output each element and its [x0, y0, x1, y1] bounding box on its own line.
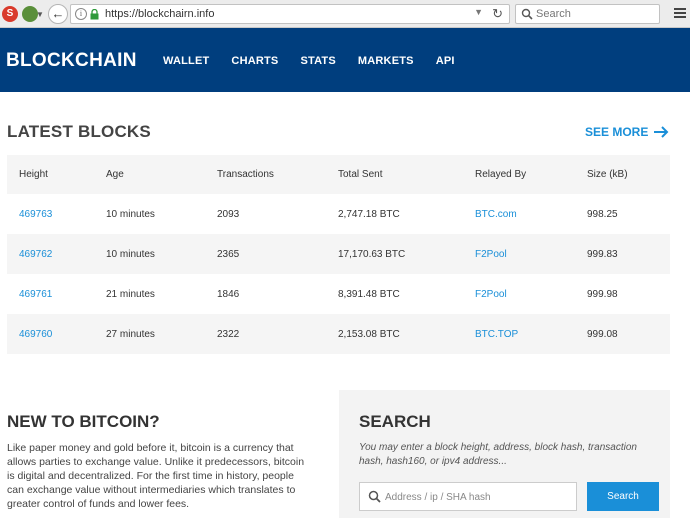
chevron-down-icon[interactable]: ▼ — [36, 10, 44, 19]
search-button[interactable]: Search — [587, 482, 659, 511]
extension-icon[interactable]: S — [2, 6, 18, 22]
table-header-row: Height Age Transactions Total Sent Relay… — [7, 155, 670, 194]
search-field[interactable] — [359, 482, 577, 511]
relayed-by-link[interactable]: BTC.com — [475, 209, 517, 220]
block-total-sent: 2,153.08 BTC — [326, 314, 463, 354]
latest-blocks-table: Height Age Transactions Total Sent Relay… — [7, 155, 670, 354]
lock-icon — [90, 9, 99, 20]
main-nav: WALLET CHARTS STATS MARKETS API — [163, 55, 477, 67]
block-height-link[interactable]: 469761 — [19, 289, 52, 300]
block-age: 10 minutes — [106, 208, 155, 220]
see-more-label: SEE MORE — [585, 125, 649, 139]
back-button[interactable]: ← — [48, 4, 68, 24]
table-row: 469761 21 minutes 1846 8,391.48 BTC F2Po… — [7, 274, 670, 314]
search-description: You may enter a block height, address, b… — [359, 442, 637, 467]
search-panel: SEARCH You may enter a block height, add… — [339, 390, 670, 518]
block-transactions: 2365 — [205, 234, 326, 274]
block-size: 999.83 — [575, 234, 670, 274]
browser-search-placeholder: Search — [536, 8, 571, 20]
block-height-link[interactable]: 469763 — [19, 209, 52, 220]
column-header: Relayed By — [463, 155, 575, 194]
block-total-sent: 8,391.48 BTC — [338, 288, 400, 300]
search-icon — [368, 490, 381, 503]
table-row: 469763 10 minutes 2093 2,747.18 BTC BTC.… — [7, 194, 670, 234]
nav-charts[interactable]: CHARTS — [231, 55, 278, 67]
table-row: 469760 27 minutes 2322 2,153.08 BTC BTC.… — [7, 314, 670, 354]
relayed-by-link[interactable]: F2Pool — [475, 289, 507, 300]
relayed-by-link[interactable]: F2Pool — [475, 249, 507, 260]
column-header: Transactions — [205, 155, 326, 194]
site-logo[interactable]: BLOCKCHAIN — [6, 50, 137, 72]
see-more-link[interactable]: SEE MORE — [585, 125, 669, 139]
dropdown-icon[interactable]: ▼ — [474, 7, 483, 17]
new-to-bitcoin-title: NEW TO BITCOIN? — [7, 412, 160, 431]
block-transactions: 2093 — [217, 208, 240, 220]
info-icon[interactable]: i — [75, 8, 87, 20]
block-size: 999.98 — [587, 288, 618, 300]
latest-blocks-title: LATEST BLOCKS — [7, 122, 151, 141]
block-age: 27 minutes — [94, 314, 205, 354]
block-total-sent: 17,170.63 BTC — [326, 234, 463, 274]
reload-icon[interactable]: ↻ — [492, 6, 503, 22]
column-header: Age — [94, 155, 205, 194]
block-height-link[interactable]: 469762 — [19, 249, 52, 260]
table-row: 469762 10 minutes 2365 17,170.63 BTC F2P… — [7, 234, 670, 274]
url-text: https://blockchairn.info — [105, 8, 215, 20]
nav-stats[interactable]: STATS — [300, 55, 335, 67]
column-header: Size (kB) — [575, 155, 670, 194]
block-size: 998.25 — [587, 208, 618, 220]
nav-markets[interactable]: MARKETS — [358, 55, 414, 67]
nav-wallet[interactable]: WALLET — [163, 55, 209, 67]
column-header: Total Sent — [326, 155, 463, 194]
relayed-by-link[interactable]: BTC.TOP — [475, 329, 518, 340]
browser-search-box[interactable]: Search — [515, 4, 660, 24]
hamburger-menu-icon[interactable] — [674, 8, 686, 20]
block-transactions: 1846 — [217, 288, 240, 300]
site-header: BLOCKCHAIN WALLET CHARTS STATS MARKETS A… — [0, 28, 690, 92]
address-bar[interactable]: i https://blockchairn.info ▼ ↻ — [70, 4, 510, 24]
block-age: 10 minutes — [94, 234, 205, 274]
block-total-sent: 2,747.18 BTC — [338, 208, 400, 220]
block-height-link[interactable]: 469760 — [19, 329, 52, 340]
nav-api[interactable]: API — [436, 55, 455, 67]
block-size: 999.08 — [575, 314, 670, 354]
browser-toolbar: S ▼ ← i https://blockchairn.info ▼ ↻ Sea… — [0, 0, 690, 28]
new-to-bitcoin-text: Like paper money and gold before it, bit… — [7, 442, 305, 510]
search-title: SEARCH — [359, 412, 431, 431]
block-transactions: 2322 — [205, 314, 326, 354]
arrow-right-icon — [654, 126, 669, 138]
search-icon — [521, 8, 533, 20]
block-age: 21 minutes — [106, 288, 155, 300]
search-input[interactable] — [385, 488, 570, 506]
column-header: Height — [7, 155, 94, 194]
